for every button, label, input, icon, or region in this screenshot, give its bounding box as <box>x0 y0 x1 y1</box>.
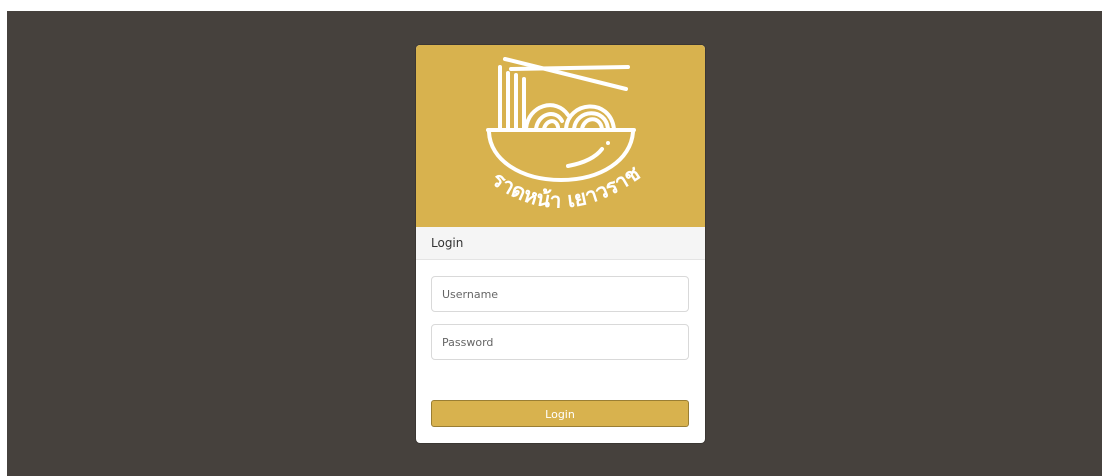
logo-banner: ราดหน้า เยาวราช <box>416 45 705 227</box>
username-input[interactable] <box>431 276 689 312</box>
password-input[interactable] <box>431 324 689 360</box>
page-background: ราดหน้า เยาวราช Login Login <box>7 11 1102 476</box>
noodle-bowl-logo: ราดหน้า เยาวราช <box>486 57 645 213</box>
card-header: Login <box>416 227 705 260</box>
card-title: Login <box>431 236 464 250</box>
login-card: ราดหน้า เยาวราช Login Login <box>416 45 705 443</box>
login-button[interactable]: Login <box>431 400 689 427</box>
